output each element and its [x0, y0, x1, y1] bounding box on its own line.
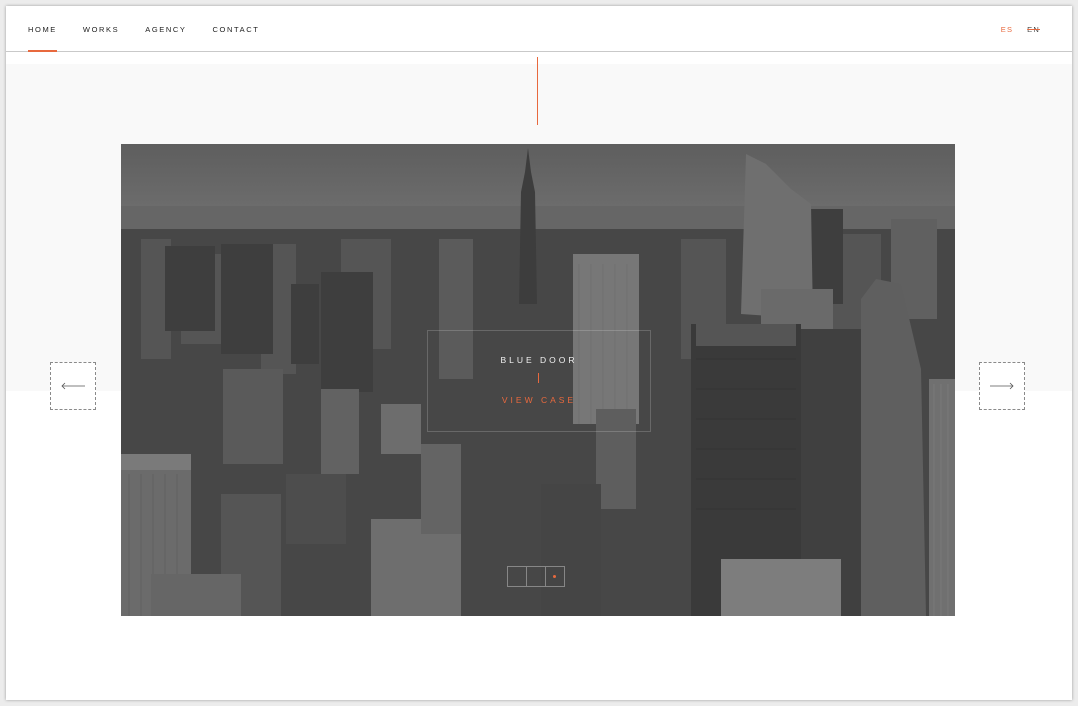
browser-frame: HOME WORKS AGENCY CONTACT ES EN BLUE DOO… [6, 6, 1072, 700]
prev-slide-button[interactable] [50, 362, 96, 410]
nav-contact[interactable]: CONTACT [213, 6, 260, 51]
lang-es[interactable]: ES [1001, 6, 1013, 51]
case-caption: BLUE DOOR VIEW CASE [427, 330, 651, 432]
arrow-left-icon [61, 382, 85, 390]
slide-dot-3[interactable] [546, 567, 564, 586]
case-title: BLUE DOOR [500, 355, 578, 365]
nav-home[interactable]: HOME [28, 6, 57, 52]
case-divider [538, 373, 539, 383]
next-slide-button[interactable] [979, 362, 1025, 410]
slide-pagination [507, 566, 565, 587]
nav-works[interactable]: WORKS [83, 6, 119, 51]
nav-agency[interactable]: AGENCY [145, 6, 186, 51]
top-navigation-bar: HOME WORKS AGENCY CONTACT ES EN [6, 6, 1072, 52]
slide-dot-2[interactable] [527, 567, 546, 586]
main-nav: HOME WORKS AGENCY CONTACT [28, 6, 285, 52]
slide-dot-1[interactable] [508, 567, 527, 586]
arrow-right-icon [990, 382, 1014, 390]
language-switcher: ES EN [987, 6, 1040, 51]
view-case-link[interactable]: VIEW CASE [428, 395, 650, 405]
lang-en[interactable]: EN [1027, 6, 1040, 51]
vertical-accent-line [537, 57, 538, 125]
hero-slide[interactable]: BLUE DOOR VIEW CASE [121, 144, 955, 616]
